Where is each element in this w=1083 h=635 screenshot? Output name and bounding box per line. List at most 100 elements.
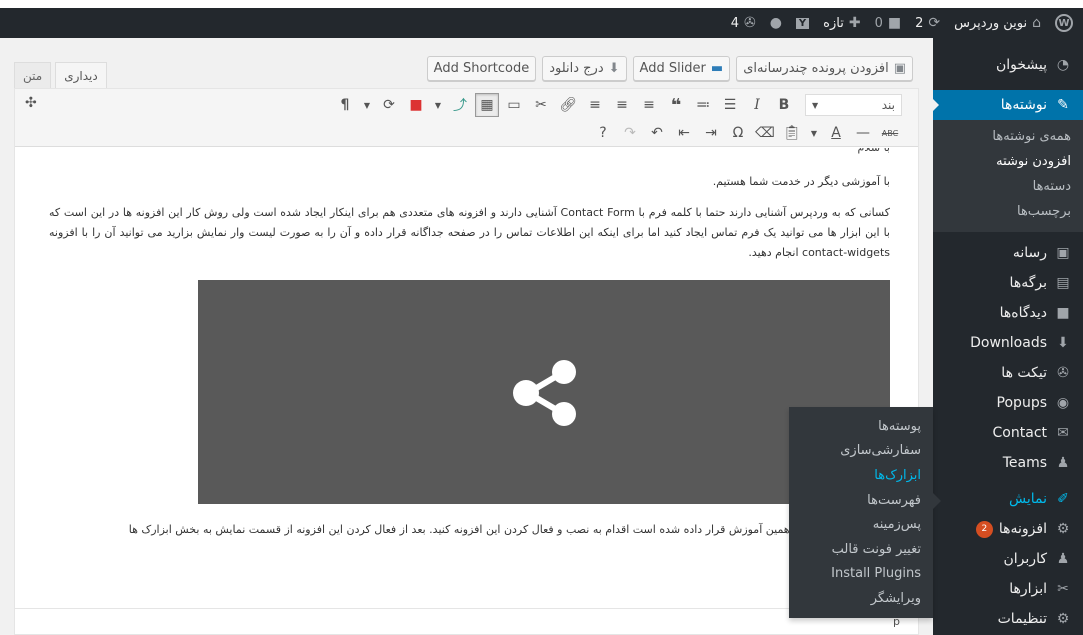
align-left-icon[interactable]: ≡ (637, 93, 661, 117)
bold-icon[interactable]: B (772, 93, 796, 117)
admin-sidebar: ◔ پیشخوان ✎ نوشته‌ها همه‌ی نوشته‌ها افزودن… (933, 38, 1083, 635)
align-right-icon[interactable]: ≡ (583, 93, 607, 117)
sidebar-item-popups[interactable]: ◉ Popups (933, 388, 1083, 418)
updates-menu[interactable]: ⟳ 2 (915, 15, 940, 31)
site-name-menu[interactable]: ⌂ نوین وردپرس (954, 15, 1041, 31)
tab-text[interactable]: متن (14, 62, 52, 88)
sidebar-item-posts[interactable]: ✎ نوشته‌ها (933, 90, 1083, 120)
extra-count: 4 (730, 15, 739, 31)
insert-link-icon[interactable]: 🔗︎ (556, 93, 580, 117)
text-color-icon[interactable]: A (824, 121, 848, 145)
updates-count: 2 (915, 15, 924, 31)
toolbar-toggle-icon[interactable]: ▦ (475, 93, 499, 117)
top-strip (0, 0, 1083, 8)
sidebar-item-teams[interactable]: ♟ Teams (933, 448, 1083, 478)
insert-download-button[interactable]: ⬇ درج دانلود (542, 56, 627, 81)
comments-menu[interactable]: ■ 0 (875, 15, 902, 31)
flyout-item-background[interactable]: پس‌زمینه (789, 512, 933, 537)
updates-icon: ⟳ (928, 15, 941, 31)
read-more-icon[interactable]: ▭ (502, 93, 526, 117)
chevron-down-icon[interactable]: ▼ (360, 93, 374, 117)
sidebar-item-dashboard[interactable]: ◔ پیشخوان (933, 50, 1083, 80)
team-icon: ♟ (1056, 455, 1070, 471)
mail-icon: ✉ (1057, 425, 1069, 441)
yoast-icon: Y (795, 17, 810, 29)
clear-formatting-icon[interactable]: ⌫ (753, 121, 777, 145)
admin-bar: W ⌂ نوین وردپرس ⟳ 2 ■ 0 ✚ تازه Y ● ✇ 4 (0, 8, 1083, 38)
redo-icon[interactable]: ↷ (618, 121, 642, 145)
loop-icon[interactable]: ⟳ (377, 93, 401, 117)
flyout-item-install-plugins[interactable]: Install Plugins (789, 562, 933, 587)
add-slider-button[interactable]: ▬ Add Slider (632, 56, 731, 81)
comment-shortcode-icon[interactable]: ■ (404, 93, 428, 117)
flyout-item-customize[interactable]: سفارشی‌سازی (789, 439, 933, 464)
download-icon: ⬇ (608, 61, 620, 76)
plus-icon: ✚ (848, 15, 861, 31)
flyout-item-change-font[interactable]: تغییر فونت قالب (789, 537, 933, 562)
italic-icon[interactable]: I (745, 93, 769, 117)
chevron-down-icon[interactable]: ▼ (807, 121, 821, 145)
sidebar-item-tools[interactable]: ✂ ابزارها (933, 574, 1083, 604)
sidebar-item-pages[interactable]: ▤ برگه‌ها (933, 268, 1083, 298)
sidebar-item-appearance[interactable]: ✐ نمایش (933, 484, 1083, 514)
flyout-item-widgets[interactable]: ابزارک‌ها (789, 463, 933, 488)
fullscreen-icon[interactable]: ✣ (25, 95, 37, 111)
submenu-add-post[interactable]: افزودن نوشته (933, 149, 1083, 174)
bullet-list-icon[interactable]: ☰ (718, 93, 742, 117)
flyout-item-themes[interactable]: پوسته‌ها (789, 414, 933, 439)
submenu-all-posts[interactable]: همه‌ی نوشته‌ها (933, 124, 1083, 149)
embedded-image[interactable] (198, 280, 890, 504)
toolbar-row-1: بند ▼ B I ☰ ≔ ❝ ≡ ≡ ≡ 🔗︎ ✂ ▭ ▦ ⤴ ▼ ■ ⟳ ▼ … (15, 91, 918, 119)
posts-submenu: همه‌ی نوشته‌ها افزودن نوشته دسته‌ها برچس… (933, 120, 1083, 232)
sidebar-item-plugins[interactable]: ⚙ افزونه‌ها 2 (933, 514, 1083, 544)
sidebar-item-settings[interactable]: ⚙ تنظیمات (933, 604, 1083, 634)
editor-content[interactable]: با سلام با آموزشی دیگر در خدمت شما هستیم… (15, 148, 918, 608)
sidebar-item-contact[interactable]: ✉ Contact (933, 418, 1083, 448)
special-character-icon[interactable]: Ω (726, 121, 750, 145)
help-icon[interactable]: ? (591, 121, 615, 145)
paragraph-direction-icon[interactable]: ¶ (333, 93, 357, 117)
undo-icon[interactable]: ↶ (645, 121, 669, 145)
yoast-menu[interactable]: Y (795, 17, 810, 29)
add-media-button[interactable]: ▣ افزودن پرونده چندرسانه‌ای (736, 56, 913, 81)
lifebuoy-icon: ✇ (743, 15, 756, 31)
sidebar-item-tickets[interactable]: ✇ تیکت ها (933, 358, 1083, 388)
indent-icon[interactable]: ⇥ (699, 121, 723, 145)
strikethrough-icon[interactable]: ABC (878, 121, 902, 145)
sidebar-item-users[interactable]: ♟ کاربران (933, 544, 1083, 574)
wp-logo-menu[interactable]: W (1055, 14, 1073, 32)
image-wrapper (49, 274, 890, 520)
pages-icon: ▤ (1056, 275, 1070, 291)
home-icon: ⌂ (1032, 15, 1041, 31)
chart-icon[interactable]: ⤴ (448, 93, 472, 117)
flyout-item-editor[interactable]: ویرایشگر (789, 586, 933, 611)
pin-icon: ✎ (1057, 97, 1069, 113)
sidebar-item-media[interactable]: ▣ رسانه (933, 238, 1083, 268)
new-content-menu[interactable]: ✚ تازه (823, 15, 860, 31)
settings-icon: ⚙ (1056, 611, 1070, 627)
post-editor: متن دیداری ▣ افزودن پرونده چندرسانه‌ای ▬ A… (14, 52, 919, 635)
media-buttons: ▣ افزودن پرونده چندرسانه‌ای ▬ Add Slider ⬇… (426, 56, 913, 81)
tab-visual[interactable]: دیداری (55, 62, 107, 89)
blockquote-icon[interactable]: ❝ (664, 93, 688, 117)
outdent-icon[interactable]: ⇤ (672, 121, 696, 145)
sidebar-item-downloads[interactable]: ⬇ Downloads (933, 328, 1083, 358)
add-shortcode-button[interactable]: Add Shortcode (426, 56, 537, 81)
numbered-list-icon[interactable]: ≔ (691, 93, 715, 117)
content-line-cut: با سلام (49, 148, 890, 158)
chevron-down-icon: ▼ (812, 100, 819, 110)
unlink-icon[interactable]: ✂ (529, 93, 553, 117)
paste-text-icon[interactable]: 📋︎ (780, 121, 804, 145)
submenu-categories[interactable]: دسته‌ها (933, 174, 1083, 199)
horizontal-line-icon[interactable]: — (851, 121, 875, 145)
align-center-icon[interactable]: ≡ (610, 93, 634, 117)
flyout-item-menus[interactable]: فهرست‌ها (789, 488, 933, 513)
dashboard-icon: ◔ (1056, 57, 1070, 73)
plugins-update-badge: 2 (975, 520, 993, 538)
extra-menu[interactable]: ✇ 4 (731, 15, 756, 31)
format-select[interactable]: بند ▼ (805, 94, 902, 116)
status-dot-menu[interactable]: ● (770, 15, 782, 31)
chevron-down-icon[interactable]: ▼ (431, 93, 445, 117)
sidebar-item-comments[interactable]: ■ دیدگاه‌ها (933, 298, 1083, 328)
submenu-tags[interactable]: برچسب‌ها (933, 199, 1083, 224)
